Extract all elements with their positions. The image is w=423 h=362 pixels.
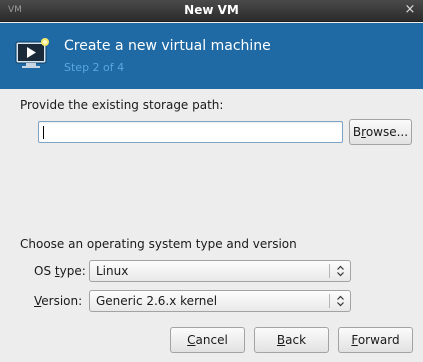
storage-path-field[interactable] (39, 122, 342, 142)
storage-path-label: Provide the existing storage path: (20, 98, 224, 112)
cancel-button[interactable]: Cancel (170, 327, 245, 353)
back-mnemonic: B (276, 333, 286, 347)
os-type-label-a: OS (34, 264, 55, 278)
monitor-vm-icon (15, 38, 49, 68)
os-section-label: Choose an operating system type and vers… (20, 237, 297, 251)
header-banner: Create a new virtual machine Step 2 of 4 (0, 23, 423, 89)
page-heading: Create a new virtual machine (64, 38, 271, 54)
close-icon[interactable]: × (403, 3, 417, 17)
chevron-updown-icon (337, 265, 344, 277)
storage-path-input[interactable] (38, 121, 343, 143)
cancel-mnemonic: C (187, 333, 196, 347)
combo-separator (329, 294, 330, 308)
title-bar[interactable]: VM New VM × (0, 0, 423, 22)
browse-label-b: owse... (365, 125, 409, 139)
os-type-value: Linux (96, 264, 129, 278)
version-label: Version: (34, 294, 82, 308)
cancel-label: ancel (195, 333, 228, 347)
forward-button[interactable]: Forward (338, 327, 413, 353)
version-combo[interactable]: Generic 2.6.x kernel (89, 290, 351, 312)
os-type-label: OS type: (34, 264, 86, 278)
step-indicator: Step 2 of 4 (64, 61, 125, 74)
back-button[interactable]: Back (254, 327, 329, 353)
chevron-updown-icon (337, 295, 344, 307)
forward-label: orward (357, 333, 400, 347)
window-title: New VM (184, 3, 239, 17)
version-value: Generic 2.6.x kernel (96, 294, 218, 308)
new-vm-dialog: VM New VM × Create a new virtual machine… (0, 0, 423, 362)
os-type-label-b: ype: (59, 264, 86, 278)
os-type-combo[interactable]: Linux (89, 260, 351, 282)
browse-button[interactable]: Browse... (349, 119, 412, 145)
back-label: ack (285, 333, 307, 347)
version-label-b: ersion: (41, 294, 83, 308)
combo-separator (329, 264, 330, 278)
browse-label-a: B (352, 125, 362, 139)
